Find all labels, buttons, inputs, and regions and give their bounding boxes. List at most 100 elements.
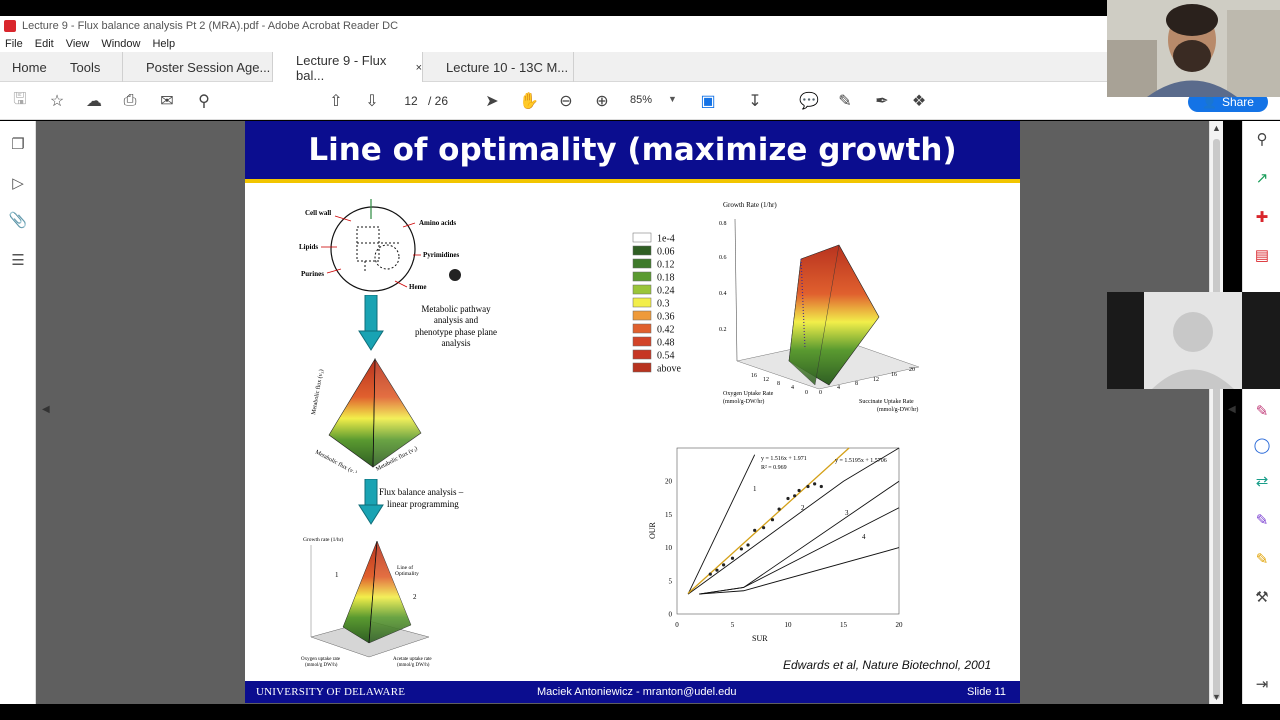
star-icon[interactable]: ☆ bbox=[47, 91, 67, 111]
share-label: Share bbox=[1221, 95, 1254, 109]
comment-file-icon[interactable]: ✎ bbox=[1252, 549, 1272, 569]
tab-tools[interactable]: Tools bbox=[58, 52, 123, 82]
legend-label: 0.24 bbox=[657, 286, 675, 297]
small-region-1: 1 bbox=[335, 571, 339, 579]
x-tick-label: 15 bbox=[840, 621, 848, 629]
vertical-scrollbar[interactable]: ▲ ▼ bbox=[1209, 121, 1223, 704]
data-point bbox=[730, 556, 735, 560]
data-point bbox=[746, 543, 750, 547]
data-point bbox=[708, 572, 712, 576]
title-underline bbox=[245, 179, 1020, 183]
growth-surface-plot: Growth Rate (1/hr) 0.8 0.6 0.4 0.2 16 12… bbox=[719, 201, 920, 413]
legend-label: above bbox=[657, 364, 681, 375]
data-point bbox=[786, 496, 790, 501]
flux-cone-plot: Metabolic flux (v₃) Metabolic flux (v₁) … bbox=[310, 357, 422, 473]
menu-edit[interactable]: Edit bbox=[35, 38, 54, 50]
tab-bar: Home Tools Poster Session Age... Lecture… bbox=[0, 52, 1280, 83]
window-title-bar: Lecture 9 - Flux balance analysis Pt 2 (… bbox=[0, 16, 1280, 36]
sur-our-chart: 0 5 10 15 20 0 5 10 15 20 SUR OUR y = 1.516x + 1.971… bbox=[648, 447, 903, 643]
collapse-right-pane-icon[interactable]: ◀ bbox=[1228, 404, 1236, 415]
save-icon[interactable]: 🖫 bbox=[10, 91, 30, 111]
legend-swatch bbox=[632, 323, 652, 334]
phase-region-label: 2 bbox=[801, 504, 805, 512]
email-icon[interactable]: ✉ bbox=[157, 91, 177, 111]
webcam-presenter bbox=[1107, 0, 1280, 97]
export-pdf-icon[interactable]: ↗ bbox=[1252, 168, 1272, 188]
hand-tool-icon[interactable]: ✋ bbox=[519, 91, 539, 111]
search-icon[interactable]: ⚲ bbox=[194, 91, 214, 111]
compress-icon[interactable]: ⇄ bbox=[1252, 471, 1272, 491]
edit-pen-icon[interactable]: ✎ bbox=[1252, 510, 1272, 530]
svg-text:8: 8 bbox=[855, 381, 858, 387]
legend-label: 1e-4 bbox=[657, 234, 675, 245]
menu-help[interactable]: Help bbox=[152, 38, 175, 50]
scroll-up-icon[interactable]: ▲ bbox=[1212, 123, 1221, 133]
page-number-input[interactable]: 12 bbox=[397, 90, 425, 111]
zoom-search-icon[interactable]: ⚲ bbox=[1252, 129, 1272, 149]
left-sidebar: ❐ ▷ 📎 ☰ bbox=[0, 121, 36, 704]
phase-boundary-line bbox=[687, 454, 756, 595]
comment-icon[interactable]: 💬 bbox=[799, 91, 819, 111]
data-point bbox=[793, 494, 797, 498]
legend-label: 0.12 bbox=[657, 260, 675, 271]
collapse-left-pane-icon[interactable]: ◀ bbox=[42, 404, 50, 415]
zoom-level[interactable]: 85% bbox=[630, 94, 652, 106]
highlight-pen-icon[interactable]: ✎ bbox=[835, 91, 855, 111]
fill-sign-icon[interactable]: ✎ bbox=[1252, 401, 1272, 421]
create-pdf-icon[interactable]: ✚ bbox=[1252, 207, 1272, 227]
tab-lecture-10[interactable]: Lecture 10 - 13C M... bbox=[422, 52, 574, 82]
organize-pages-icon[interactable]: ▤ bbox=[1252, 245, 1272, 265]
collapse-rail-icon[interactable]: ⇥ bbox=[1252, 674, 1272, 694]
plot-frame bbox=[676, 447, 900, 615]
zoom-out-icon[interactable]: ⊖ bbox=[556, 91, 576, 111]
data-point bbox=[715, 568, 719, 572]
menu-window[interactable]: Window bbox=[101, 38, 140, 50]
legend-swatch bbox=[632, 349, 652, 360]
tab-lecture-9[interactable]: Lecture 9 - Flux bal... × bbox=[272, 52, 422, 83]
data-point bbox=[797, 488, 801, 493]
label-purines: Purines bbox=[301, 270, 324, 278]
tab-home-label: Home bbox=[12, 59, 47, 75]
page-thumbnails-icon[interactable]: ❐ bbox=[9, 135, 27, 153]
teal-arrow-1 bbox=[358, 295, 384, 351]
print-icon[interactable]: ⎙ bbox=[120, 91, 140, 111]
layers-icon[interactable]: ☰ bbox=[9, 251, 27, 269]
menu-file[interactable]: File bbox=[5, 38, 23, 50]
tab-poster-session[interactable]: Poster Session Age... bbox=[122, 52, 272, 82]
more-tools-icon[interactable]: ❖ bbox=[909, 91, 929, 111]
page-up-icon[interactable]: ⇧ bbox=[326, 91, 346, 111]
tools-wrench-icon[interactable]: ⚒ bbox=[1252, 587, 1272, 607]
zoom-in-icon[interactable]: ⊕ bbox=[592, 91, 612, 111]
x-axis-label: SUR bbox=[752, 634, 768, 643]
attachment-icon[interactable]: 📎 bbox=[9, 211, 28, 229]
svg-text:8: 8 bbox=[777, 381, 780, 387]
legend-swatch bbox=[632, 336, 652, 347]
author-contact: Maciek Antoniewicz - mranton@udel.edu bbox=[537, 686, 737, 698]
svg-text:4: 4 bbox=[791, 385, 794, 391]
svg-text:analysis: analysis bbox=[442, 338, 471, 348]
protect-shield-icon[interactable]: ◯ bbox=[1252, 435, 1272, 455]
menu-view[interactable]: View bbox=[66, 38, 90, 50]
select-cursor-icon[interactable]: ➤ bbox=[482, 91, 502, 111]
upload-cloud-icon[interactable]: ☁ bbox=[84, 91, 104, 111]
svg-text:Metabolic pathway: Metabolic pathway bbox=[421, 304, 491, 314]
cursor-dot bbox=[449, 269, 461, 281]
page-total: / 26 bbox=[428, 94, 449, 108]
legend-swatch bbox=[632, 245, 652, 256]
label-pyrimidines: Pyrimidines bbox=[423, 251, 459, 259]
svg-text:Acetate uptake rate: Acetate uptake rate bbox=[393, 657, 432, 662]
legend-label: 0.36 bbox=[657, 312, 675, 323]
zoom-dropdown-icon[interactable]: ▼ bbox=[668, 94, 677, 104]
scroll-mode-icon[interactable]: ↧ bbox=[745, 91, 765, 111]
bookmark-icon[interactable]: ▷ bbox=[9, 174, 27, 192]
fit-page-icon[interactable]: ▣ bbox=[698, 91, 718, 111]
pdf-file-icon bbox=[4, 20, 16, 32]
page-down-icon[interactable]: ⇩ bbox=[362, 91, 382, 111]
phase-boundary-line bbox=[699, 480, 900, 595]
top-black-strip bbox=[0, 0, 1280, 16]
draw-icon[interactable]: ✒ bbox=[872, 91, 892, 111]
step1-text: Metabolic pathway analysis and phenotype… bbox=[415, 304, 497, 348]
scroll-thumb[interactable] bbox=[1213, 139, 1220, 699]
scroll-down-icon[interactable]: ▼ bbox=[1212, 692, 1221, 702]
svg-text:Flux balance analysis –: Flux balance analysis – bbox=[379, 487, 464, 497]
